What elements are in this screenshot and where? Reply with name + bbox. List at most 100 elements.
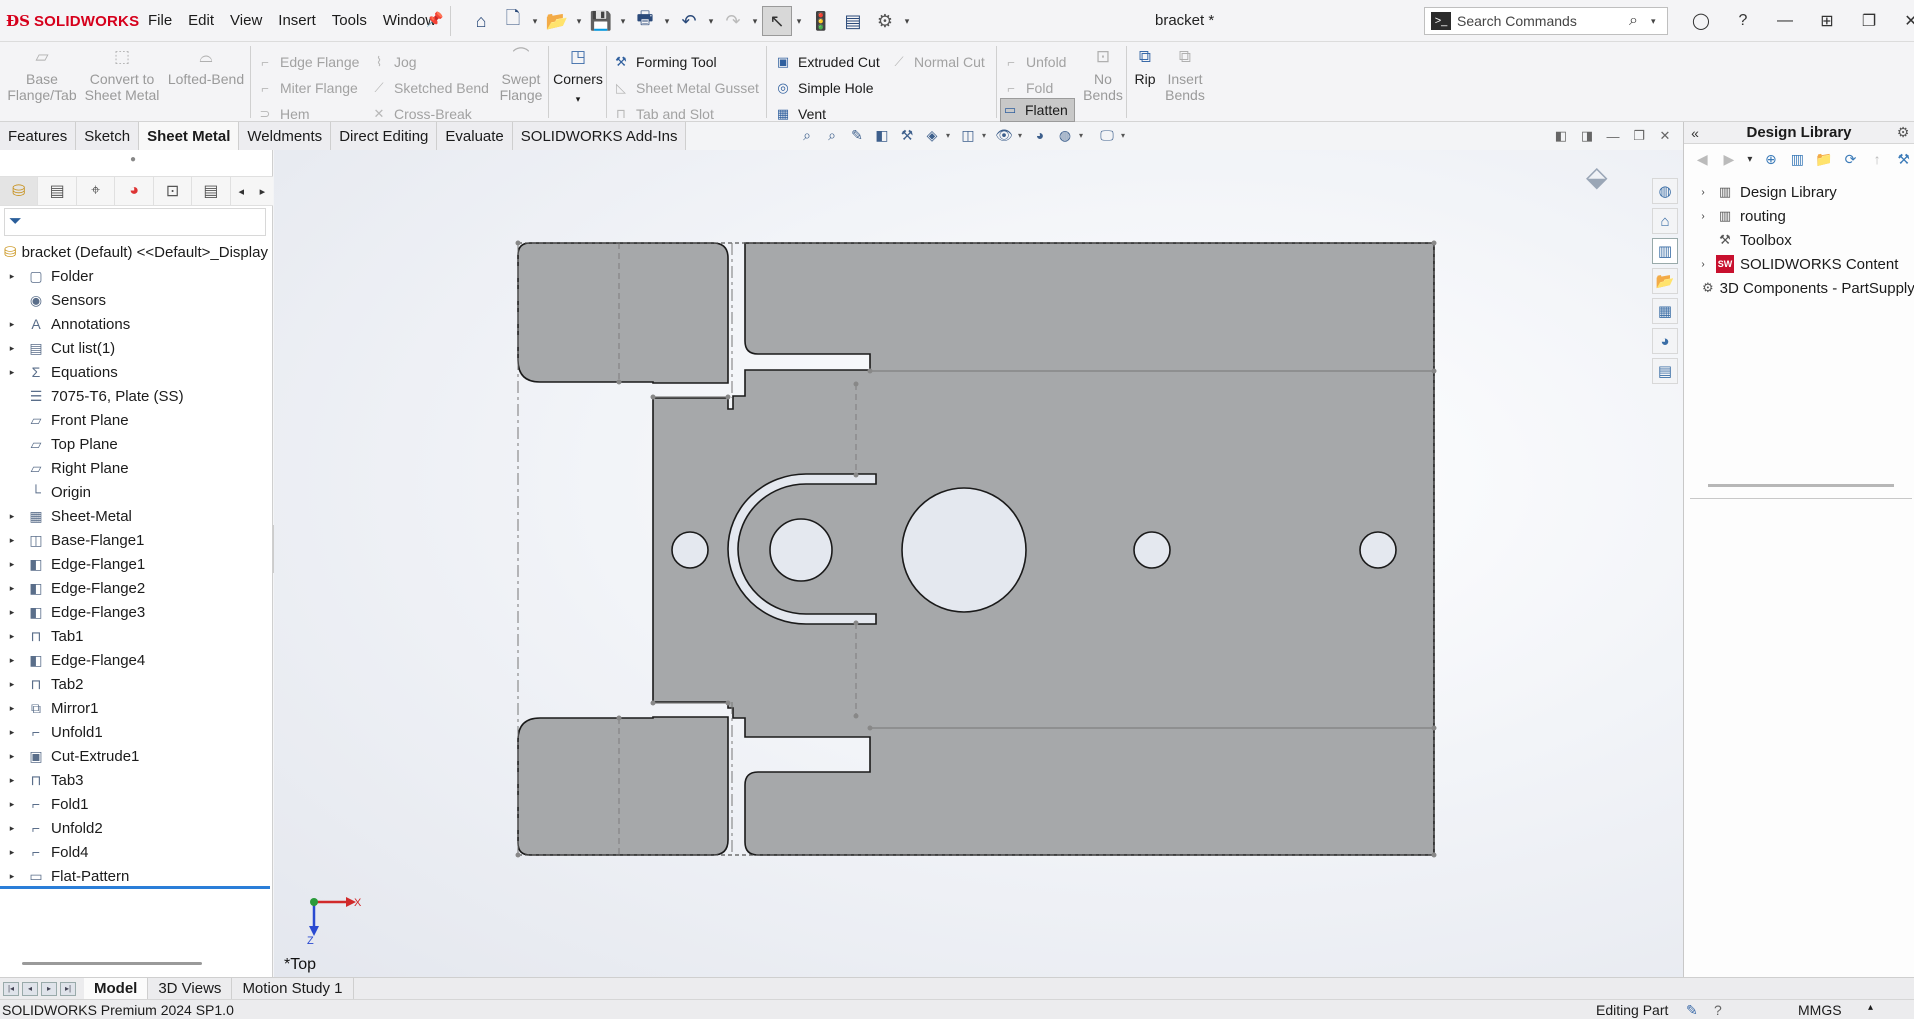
lower-left-flange[interactable] xyxy=(517,716,729,856)
up-one-level-icon[interactable]: ↑ xyxy=(1867,148,1888,170)
expand-arrow-icon[interactable]: ▸ xyxy=(6,751,18,762)
tree-item[interactable]: ▸ ⌐ Unfold1 xyxy=(0,720,272,744)
tree-item[interactable]: ▸ ⊓ Tab1 xyxy=(0,624,272,648)
expand-arrow-icon[interactable]: ▸ xyxy=(6,775,18,786)
restore-button[interactable]: ❐ xyxy=(1848,6,1890,36)
expand-arrow-icon[interactable]: ▸ xyxy=(6,847,18,858)
vent-button[interactable]: ▦ Vent xyxy=(774,102,826,126)
collapse-pane-icon[interactable]: « xyxy=(1684,125,1706,141)
fold-button[interactable]: ⌐ Fold xyxy=(1002,76,1053,100)
chevron-down-icon[interactable]: ▾ xyxy=(662,16,672,27)
horizontal-scrollbar[interactable] xyxy=(22,962,202,965)
expand-arrow-icon[interactable]: ▸ xyxy=(6,343,18,354)
hole-left[interactable] xyxy=(671,531,709,569)
rebuild-icon[interactable]: 🚦 xyxy=(806,6,836,36)
print-icon[interactable]: 🖶 xyxy=(630,6,660,36)
expand-arrow-icon[interactable]: ▸ xyxy=(6,703,18,714)
library-item[interactable]: ⚙ 3D Components - PartSupply xyxy=(1684,276,1914,300)
tree-item[interactable]: ▸ ▢ Folder xyxy=(0,264,272,288)
viewport-minimize-button[interactable]: — xyxy=(1602,126,1624,146)
edit-appearance-icon[interactable]: ◕ xyxy=(1029,124,1051,146)
tree-item[interactable]: ▸ ◧ Edge-Flange2 xyxy=(0,576,272,600)
tab-3d-views[interactable]: 3D Views xyxy=(148,977,233,1000)
flatten-button[interactable]: ▭ Flatten xyxy=(1000,98,1075,122)
swept-flange-button[interactable]: ⌒ Swept Flange xyxy=(496,46,546,103)
minimize-button[interactable]: — xyxy=(1764,6,1806,36)
options-gear-icon[interactable]: ⚙ xyxy=(870,6,900,36)
solidworks-logo[interactable]: ƉS SOLIDWORKS xyxy=(6,10,139,32)
add-file-location-icon[interactable]: ▥ xyxy=(1787,148,1808,170)
home-tab-icon[interactable]: ⌂ xyxy=(1652,208,1678,234)
previous-view-icon[interactable]: ✎ xyxy=(846,124,868,146)
tab-solidworks-add-ins[interactable]: SOLIDWORKS Add-Ins xyxy=(512,122,687,150)
toolbox-icon[interactable]: ⚒ xyxy=(1893,148,1914,170)
expand-arrow-icon[interactable]: ▸ xyxy=(6,799,18,810)
expand-arrow-icon[interactable]: ▸ xyxy=(6,319,18,330)
no-bends-button[interactable]: ⊡ No Bends xyxy=(1083,46,1123,103)
zoom-to-fit-icon[interactable]: ⌕ xyxy=(796,124,818,146)
redo-icon[interactable]: ↷ xyxy=(718,6,748,36)
appearance-tab-icon[interactable]: ◕ xyxy=(115,177,154,205)
add-to-library-icon[interactable]: ⊕ xyxy=(1761,148,1782,170)
chevron-down-icon[interactable]: ▾ xyxy=(618,16,628,27)
forming-tool-button[interactable]: ⚒ Forming Tool xyxy=(612,50,717,74)
tree-item[interactable]: └ Origin xyxy=(0,480,272,504)
select-cursor-icon[interactable]: ↖ xyxy=(762,6,792,36)
library-item[interactable]: › SW SOLIDWORKS Content xyxy=(1684,252,1914,276)
pin-menu-icon[interactable]: 📌 xyxy=(426,11,443,28)
save-icon[interactable]: 💾 xyxy=(586,6,616,36)
undo-icon[interactable]: ↶ xyxy=(674,6,704,36)
chevron-down-icon[interactable]: ▾ xyxy=(1018,131,1026,140)
menu-tools[interactable]: Tools xyxy=(324,12,375,29)
feature-tree-filter[interactable]: ⏷ xyxy=(4,208,266,236)
expand-arrow-icon[interactable]: ▸ xyxy=(6,679,18,690)
expand-arrow-icon[interactable]: › xyxy=(1696,259,1710,270)
tab-sketch[interactable]: Sketch xyxy=(76,122,140,150)
propertymanager-tab-icon[interactable]: ▤ xyxy=(38,177,77,205)
hole-large-center[interactable] xyxy=(901,487,1027,613)
tab-scroll-right-icon[interactable]: ▸ xyxy=(252,185,273,198)
last-tab-icon[interactable]: ▸| xyxy=(60,981,76,996)
tree-item[interactable]: ▸ ⊓ Tab3 xyxy=(0,768,272,792)
tree-item[interactable]: ▸ ⌐ Fold1 xyxy=(0,792,272,816)
refresh-icon[interactable]: ⟳ xyxy=(1840,148,1861,170)
tab-direct-editing[interactable]: Direct Editing xyxy=(331,122,438,150)
tree-item[interactable]: ▸ ⌐ Fold4 xyxy=(0,840,272,864)
expand-arrow-icon[interactable]: ▸ xyxy=(6,535,18,546)
chevron-down-icon[interactable]: ▾ xyxy=(1121,131,1129,140)
search-input[interactable]: Search Commands xyxy=(1457,13,1629,29)
tree-item[interactable]: ▸ ▦ Sheet-Metal xyxy=(0,504,272,528)
sketched-bend-button[interactable]: ⟋ Sketched Bend xyxy=(370,76,489,100)
expand-arrow-icon[interactable]: ▸ xyxy=(6,559,18,570)
viewport-close-button[interactable]: ✕ xyxy=(1654,126,1676,146)
expand-arrow-icon[interactable]: ▸ xyxy=(6,631,18,642)
chevron-down-icon[interactable]: ▾ xyxy=(574,16,584,27)
lofted-bend-button[interactable]: ⌓ Lofted-Bend xyxy=(166,46,246,87)
chevron-down-icon[interactable]: ▾ xyxy=(946,131,954,140)
corners-button[interactable]: ◳ Corners ▾ xyxy=(552,46,604,107)
miter-flange-button[interactable]: ⌐ Miter Flange xyxy=(256,76,358,100)
design-library-tab-icon[interactable]: ▥ xyxy=(1652,238,1678,264)
back-icon[interactable]: ◀ xyxy=(1692,148,1713,170)
tree-item[interactable]: ▱ Front Plane xyxy=(0,408,272,432)
tree-item[interactable]: ▱ Top Plane xyxy=(0,432,272,456)
tree-item[interactable]: ▸ ◧ Edge-Flange1 xyxy=(0,552,272,576)
expand-arrow-icon[interactable]: › xyxy=(1696,187,1710,198)
tab-model[interactable]: Model xyxy=(84,977,149,1000)
library-item[interactable]: ⚒ Toolbox xyxy=(1684,228,1914,252)
chevron-down-icon[interactable]: ▾ xyxy=(982,131,990,140)
upper-left-flange[interactable] xyxy=(517,242,729,384)
base-flange-button[interactable]: ▱ Base Flange/Tab xyxy=(7,46,76,103)
expand-arrow-icon[interactable]: ▸ xyxy=(6,823,18,834)
tree-item[interactable]: ▸ ⊓ Tab2 xyxy=(0,672,272,696)
chevron-up-icon[interactable]: ▴ xyxy=(1868,1002,1873,1013)
tree-item[interactable]: ▸ ▤ Cut list(1) xyxy=(0,336,272,360)
tree-item[interactable]: ▸ ▣ Cut-Extrude1 xyxy=(0,744,272,768)
dynamic-annotation-icon[interactable]: ⚒ xyxy=(896,124,918,146)
tab-weldments[interactable]: Weldments xyxy=(239,122,332,150)
tree-item[interactable]: ▸ ◫ Base-Flange1 xyxy=(0,528,272,552)
graphics-area[interactable]: .solid { fill: #a6a8aa; stroke: #1a1a1a;… xyxy=(274,150,1684,977)
view-cube-icon[interactable]: ⬙ xyxy=(1586,160,1608,193)
flat-pattern-part[interactable]: .solid { fill: #a6a8aa; stroke: #1a1a1a;… xyxy=(274,150,1684,977)
extruded-cut-button[interactable]: ▣ Extruded Cut xyxy=(774,50,880,74)
